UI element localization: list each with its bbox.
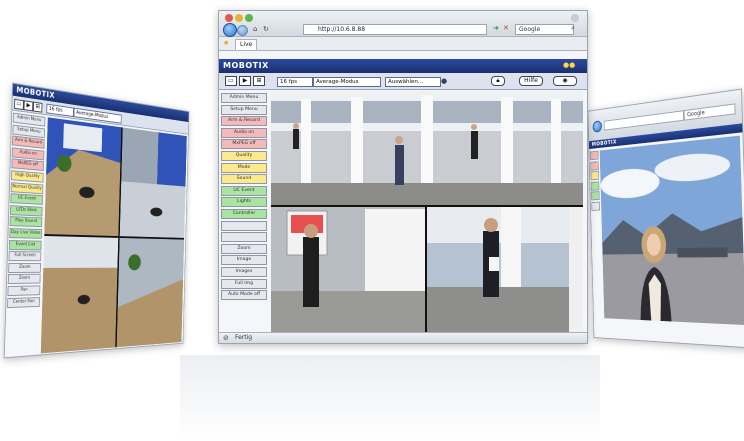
floor-reflection (180, 355, 600, 441)
left-menu-item[interactable]: Normal Quality (10, 181, 44, 194)
stage: MOBOTIX ▭ ▶ ⊞ 16 fps Average-Modus Admin… (0, 0, 744, 441)
help-button[interactable]: Hilfe (519, 76, 543, 86)
side-menu: Admin Menu Setup Menu Arm & Record Audio on… (221, 93, 267, 302)
right-side-menu (589, 150, 600, 213)
left-quad-camera-views (40, 117, 187, 354)
left-menu-item[interactable]: UC Event (10, 193, 44, 206)
close-window-button[interactable] (225, 14, 233, 22)
forward-button[interactable] (237, 25, 248, 36)
left-menu-item[interactable]: Play Sound (9, 216, 43, 228)
left-browser-window: MOBOTIX ▭ ▶ ⊞ 16 fps Average-Modus Admin… (3, 82, 190, 359)
main-menu-item[interactable]: Controller (221, 208, 267, 219)
right-outdoor-camera-view (599, 135, 744, 326)
brand-header: MOBOTIX (219, 59, 587, 73)
main-menu-item[interactable]: Admin Menu (221, 93, 267, 103)
home-icon[interactable]: ⌂ (253, 25, 257, 33)
search-icon[interactable]: ⌕ (571, 24, 575, 33)
camera-view-area (271, 91, 583, 333)
address-bar[interactable]: http://10.6.8.88 (303, 24, 487, 35)
left-menu-item[interactable]: Full Screen (8, 251, 42, 262)
left-play-button[interactable]: ▶ (23, 100, 34, 112)
left-camera-grid (40, 117, 187, 354)
main-menu-item[interactable]: Image (221, 255, 267, 266)
right-back-button[interactable] (592, 120, 602, 133)
main-menu-item[interactable] (221, 232, 267, 243)
left-menu-item[interactable]: Zoom (7, 274, 41, 285)
mode-select[interactable]: Average-Modus (313, 77, 381, 87)
main-menu-item[interactable]: Lights (221, 197, 267, 208)
window-options-button[interactable] (571, 14, 579, 22)
left-menu-item[interactable]: Zoom (8, 262, 41, 273)
main-menu-item[interactable]: Setup Menu (221, 104, 267, 115)
status-bar: ⊘ Fertig (219, 332, 587, 343)
display-select[interactable]: Auswählen... (385, 77, 441, 87)
main-menu-item[interactable]: Zoom (221, 243, 267, 254)
left-fps-select[interactable]: 16 fps (46, 103, 74, 118)
main-menu-item[interactable]: Mode (221, 162, 267, 173)
left-menu-item[interactable]: Event List (8, 239, 42, 250)
camera-settings-button[interactable]: ◉ (553, 76, 577, 86)
right-search-field[interactable]: Google (683, 103, 736, 121)
stop-icon[interactable]: ✕ (503, 24, 509, 32)
left-menu-item[interactable]: High Quality (10, 170, 44, 183)
back-button[interactable] (223, 23, 237, 37)
right-browser-window: Google MOBOTIX (587, 88, 744, 349)
grid-view-button[interactable]: ⊞ (253, 76, 265, 86)
left-menu-item[interactable]: Pan (7, 285, 41, 296)
main-menu-item[interactable]: Quality (221, 150, 267, 161)
tab-live[interactable]: Live (235, 39, 258, 50)
bookmark-star-icon[interactable]: ★ (223, 39, 229, 47)
lock-button[interactable]: 🔒︎ (491, 76, 505, 86)
left-side-menu: Admin Menu Setup Menu Arm & Record Audio on… (7, 112, 46, 310)
camera-toolbar: ▭ ▶ ⊞ 16 fps Average-Modus Auswählen... … (219, 73, 587, 90)
left-menu-item[interactable]: Center Pan (7, 296, 40, 308)
main-menu-item[interactable]: MxPEG off (221, 139, 267, 150)
go-arrow-icon[interactable]: ➜ (493, 24, 499, 32)
status-globe-icon: ⊘ (223, 334, 229, 342)
main-menu-item[interactable]: Sound (221, 174, 267, 185)
header-options-icon[interactable]: ●● (563, 61, 575, 69)
refresh-icon[interactable]: ↻ (263, 25, 269, 33)
right-camera-view (599, 135, 744, 326)
main-menu-item[interactable]: Arm & Record (221, 116, 267, 127)
left-menu-item[interactable]: LEDs Blink (9, 204, 43, 217)
browser-toolbar: ⌂ ↻ http://10.6.8.88 ➜ ✕ Google ⌕ (219, 11, 587, 37)
left-menu-item[interactable]: Day Live Video (9, 227, 42, 239)
main-menu-item[interactable]: Audio on (221, 127, 267, 138)
display-info-icon[interactable]: ● (441, 77, 447, 85)
right-address-bar[interactable] (603, 110, 685, 131)
main-menu-item[interactable] (221, 220, 267, 231)
play-button[interactable]: ▶ (239, 76, 251, 86)
main-menu-item[interactable]: Full Img (221, 278, 267, 289)
left-grid-button[interactable]: ⊞ (32, 101, 43, 113)
camera-view-panels (271, 91, 583, 333)
left-menu-item[interactable]: MxPEG off (11, 158, 45, 172)
tab-bar: ★ Live (219, 37, 587, 51)
search-field[interactable]: Google (515, 24, 574, 35)
maximize-window-button[interactable] (245, 14, 253, 22)
main-browser-window: ⌂ ↻ http://10.6.8.88 ➜ ✕ Google ⌕ ★ Live… (218, 10, 588, 344)
single-view-button[interactable]: ▭ (225, 76, 237, 86)
main-menu-item[interactable]: Auto Mode off (221, 290, 267, 301)
left-single-view-button[interactable]: ▭ (14, 98, 24, 111)
fps-select[interactable]: 16 fps (277, 77, 313, 87)
main-menu-item[interactable]: Images (221, 266, 267, 277)
status-text: Fertig (235, 334, 253, 341)
main-menu-item[interactable]: UC Event (221, 185, 267, 196)
minimize-window-button[interactable] (235, 14, 243, 22)
